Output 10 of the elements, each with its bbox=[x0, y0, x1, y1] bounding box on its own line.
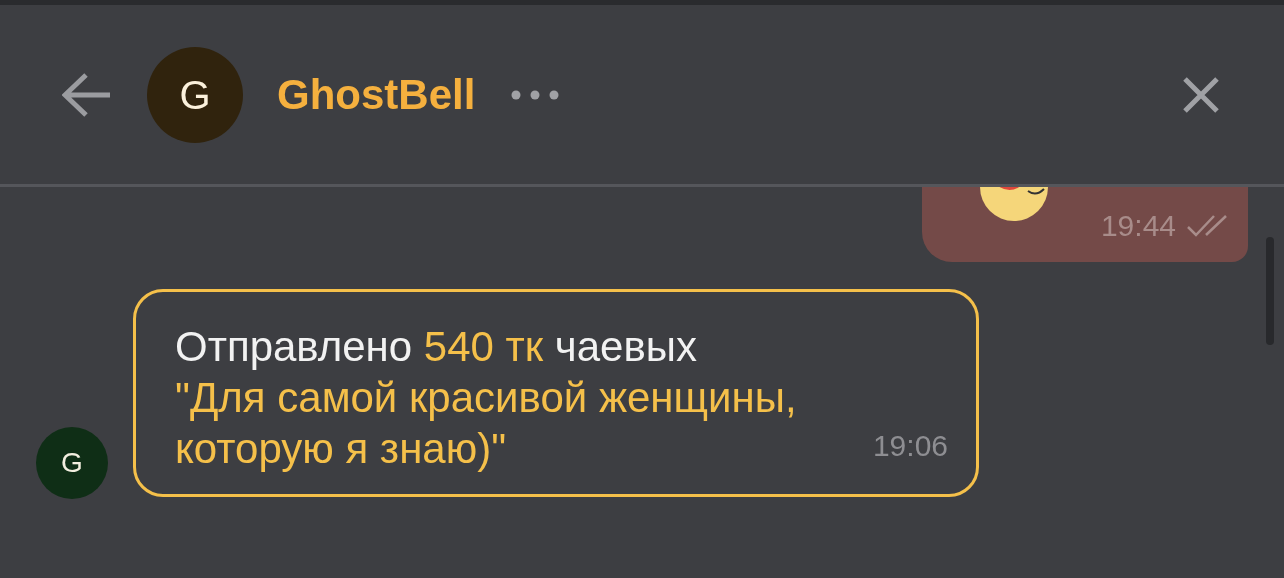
tip-message-text: Отправлено 540 тк чаевых bbox=[175, 322, 698, 372]
more-options-icon[interactable] bbox=[511, 88, 560, 101]
avatar[interactable]: G bbox=[36, 427, 108, 499]
close-icon[interactable] bbox=[1182, 75, 1220, 114]
back-arrow-icon[interactable] bbox=[62, 72, 112, 117]
contact-name: GhostBell bbox=[277, 70, 476, 120]
tip-comment: "Для самой красивой женщины, которую я знаю)" bbox=[175, 373, 798, 474]
avatar[interactable]: G bbox=[147, 46, 243, 143]
message-time: 19:44 bbox=[1100, 208, 1176, 244]
message-time: 19:06 bbox=[872, 428, 948, 464]
